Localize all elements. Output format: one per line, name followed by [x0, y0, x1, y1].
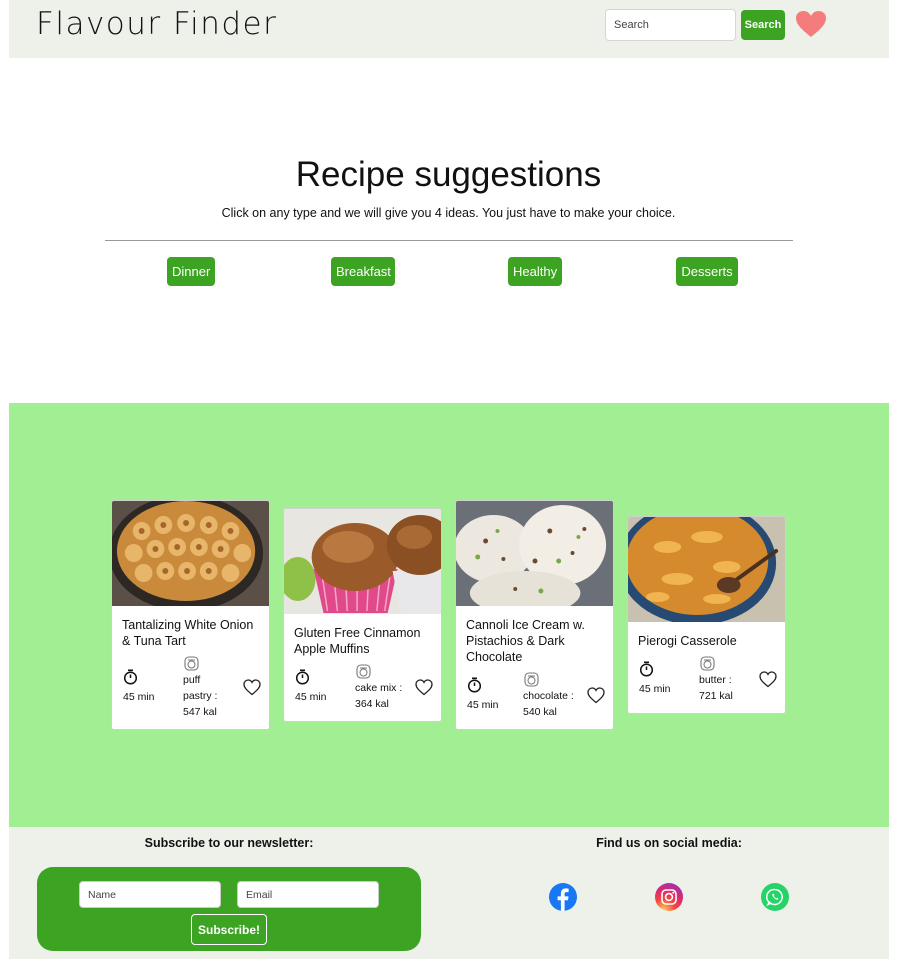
search-button[interactable]: Search [741, 10, 785, 40]
recipe-image [456, 501, 613, 606]
category-healthy-button[interactable]: Healthy [508, 257, 562, 286]
instagram-icon[interactable] [655, 883, 683, 911]
subscribe-button[interactable]: Subscribe! [191, 914, 267, 945]
suggestions-title: Recipe suggestions [295, 155, 602, 194]
category-desserts-button[interactable]: Desserts [676, 257, 738, 286]
ingredient-icon [524, 672, 539, 687]
heart-icon[interactable] [795, 10, 827, 38]
recipe-card[interactable]: Pierogi Casserole 45 min butter : 721 ka… [627, 516, 786, 714]
recipe-time: 45 min [639, 683, 671, 695]
recipe-ingredient: chocolate : 540 kal [523, 690, 574, 718]
timer-icon [639, 661, 654, 677]
recipe-time: 45 min [467, 699, 499, 711]
social-label: Find us on social media: [596, 836, 742, 850]
favorite-heart-icon[interactable] [243, 679, 261, 696]
recipe-image [628, 517, 785, 622]
recipe-ingredient: puff pastry : 547 kal [183, 674, 218, 718]
recipe-title[interactable]: Gluten Free Cinnamon Apple Muffins [294, 625, 434, 657]
favorite-heart-icon[interactable] [587, 687, 605, 704]
newsletter-form: Subscribe! [37, 867, 421, 951]
footer: Subscribe to our newsletter: Find us on … [9, 827, 889, 959]
search-input[interactable] [605, 9, 736, 41]
email-field[interactable] [237, 881, 379, 908]
timer-icon [467, 677, 482, 693]
recipe-ingredient: cake mix : 364 kal [355, 682, 403, 710]
recipe-title[interactable]: Tantalizing White Onion & Tuna Tart [122, 617, 262, 649]
recipe-time: 45 min [123, 691, 155, 703]
divider [105, 240, 793, 241]
whatsapp-icon[interactable] [761, 883, 789, 911]
category-breakfast-button[interactable]: Breakfast [331, 257, 395, 286]
facebook-icon[interactable] [549, 883, 577, 911]
suggestions-subtitle: Click on any type and we will give you 4… [221, 206, 676, 220]
recipe-title[interactable]: Cannoli Ice Cream w. Pistachios & Dark C… [466, 617, 606, 665]
ingredient-icon [184, 656, 199, 671]
favorite-heart-icon[interactable] [759, 671, 777, 688]
recipe-card[interactable]: Tantalizing White Onion & Tuna Tart 45 m… [111, 500, 270, 730]
ingredient-icon [356, 664, 371, 679]
timer-icon [295, 669, 310, 685]
header: Flavour Finder Search [9, 0, 889, 58]
timer-icon [123, 669, 138, 685]
page: Flavour Finder Search Recipe suggestions… [0, 0, 897, 959]
recipe-time: 45 min [295, 691, 327, 703]
favorite-heart-icon[interactable] [415, 679, 433, 696]
category-dinner-button[interactable]: Dinner [167, 257, 215, 286]
recipe-image [284, 509, 441, 614]
name-field[interactable] [79, 881, 221, 908]
ingredient-icon [700, 656, 715, 671]
newsletter-label: Subscribe to our newsletter: [144, 836, 314, 850]
recipe-ingredient: butter : 721 kal [699, 674, 733, 702]
recipe-image [112, 501, 269, 606]
recipe-card[interactable]: Cannoli Ice Cream w. Pistachios & Dark C… [455, 500, 614, 730]
recipe-title[interactable]: Pierogi Casserole [638, 633, 778, 649]
logo[interactable]: Flavour Finder [36, 6, 277, 42]
recipe-card[interactable]: Gluten Free Cinnamon Apple Muffins 45 mi… [283, 508, 442, 722]
